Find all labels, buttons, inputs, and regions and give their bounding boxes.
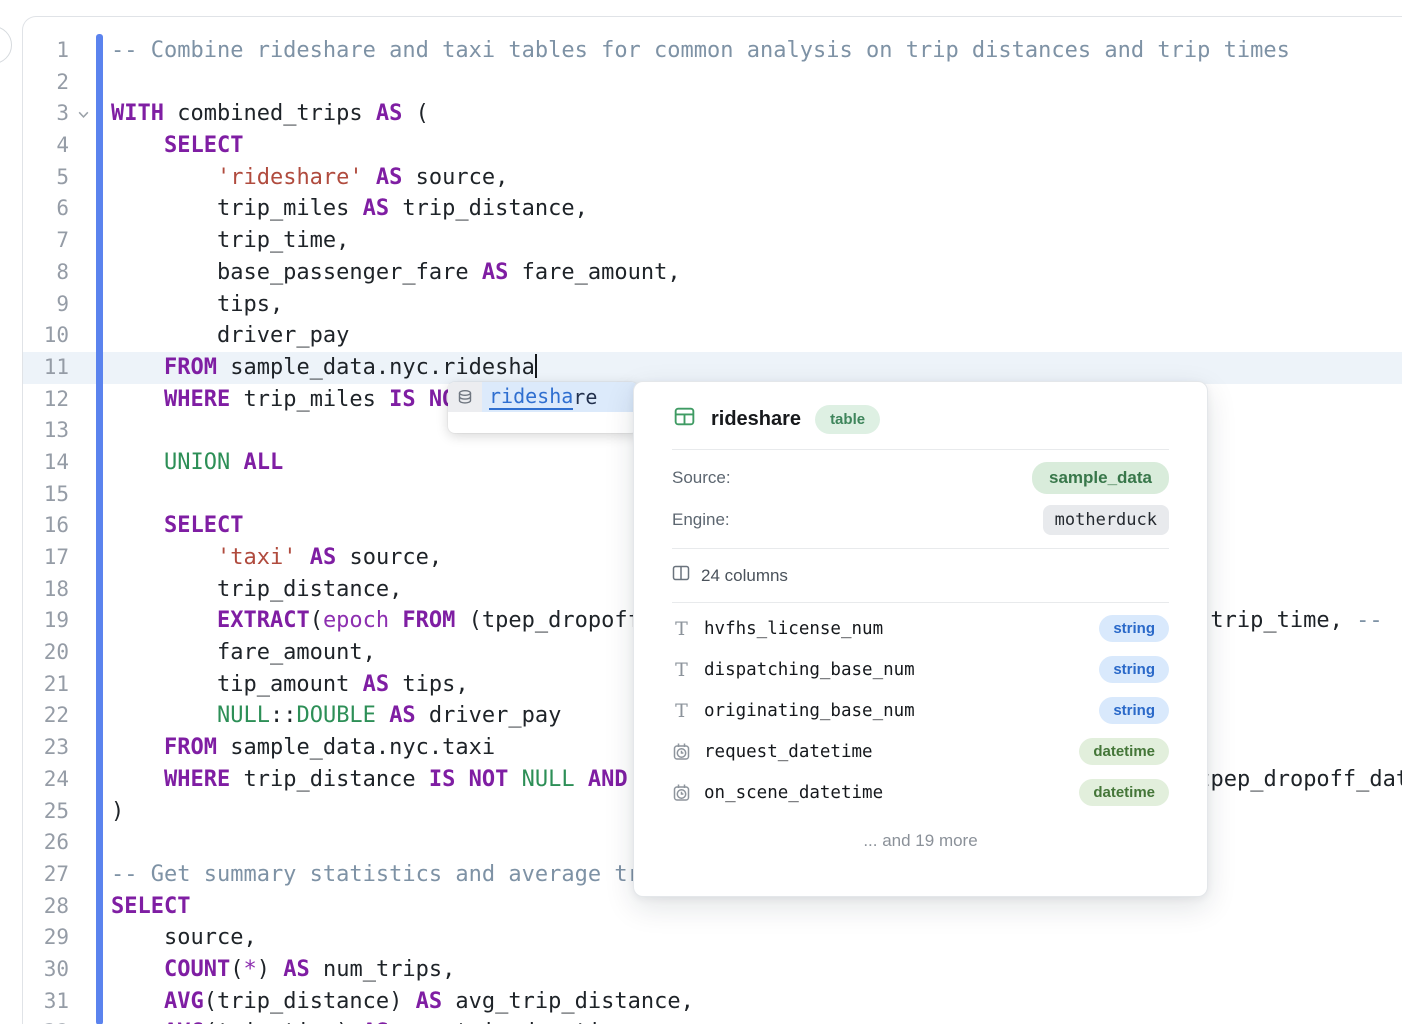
code-line[interactable]: base_passenger_fare AS fare_amount, xyxy=(111,257,1402,289)
code-line[interactable]: AVG(trip_time) AS avg_trip_duration, xyxy=(111,1017,1402,1024)
line-number: 18 xyxy=(23,574,69,606)
datetime-type-icon xyxy=(672,742,691,761)
source-value-badge: sample_data xyxy=(1032,462,1169,494)
line-number: 22 xyxy=(23,700,69,732)
column-type-badge: string xyxy=(1099,615,1169,642)
tooltip-header: rideshare table xyxy=(672,382,1169,449)
column-type-badge: string xyxy=(1099,697,1169,724)
column-name: originating_base_num xyxy=(704,701,915,721)
table-icon xyxy=(672,404,697,434)
column-row: Thvfhs_license_num string xyxy=(672,608,1169,649)
line-number: 6 xyxy=(23,193,69,225)
line-number: 23 xyxy=(23,732,69,764)
sidebar-toggle[interactable] xyxy=(0,26,12,64)
line-number: 14 xyxy=(23,447,69,479)
engine-value-badge: motherduck xyxy=(1043,505,1169,535)
line-number: 12 xyxy=(23,384,69,416)
line-number: 29 xyxy=(23,922,69,954)
line-number: 31 xyxy=(23,986,69,1018)
column-row: Toriginating_base_num string xyxy=(672,690,1169,731)
code-line[interactable]: SELECT xyxy=(111,130,1402,162)
line-number: 15 xyxy=(23,479,69,511)
code-line[interactable]: source, xyxy=(111,922,1402,954)
column-type-badge: datetime xyxy=(1079,779,1169,806)
datetime-type-icon xyxy=(672,783,691,802)
string-type-icon: T xyxy=(672,618,691,640)
autocomplete-item-label: rideshare xyxy=(482,382,638,412)
line-number: 25 xyxy=(23,796,69,828)
table-name: rideshare xyxy=(711,408,801,431)
code-line[interactable]: trip_miles AS trip_distance, xyxy=(111,193,1402,225)
code-line[interactable]: trip_time, xyxy=(111,225,1402,257)
column-row: request_datetime datetime xyxy=(672,731,1169,772)
columns-icon xyxy=(672,564,690,587)
line-number: 30 xyxy=(23,954,69,986)
table-type-badge: table xyxy=(815,405,880,434)
column-type-badge: string xyxy=(1099,656,1169,683)
code-line[interactable]: tips, xyxy=(111,289,1402,321)
code-line[interactable]: COUNT(*) AS num_trips, xyxy=(111,954,1402,986)
line-number: 3 xyxy=(23,98,69,130)
line-number: 28 xyxy=(23,891,69,923)
line-number: 17 xyxy=(23,542,69,574)
column-name: request_datetime xyxy=(704,742,873,762)
line-number: 26 xyxy=(23,827,69,859)
code-line[interactable]: FROM sample_data.nyc.ridesha xyxy=(111,352,1402,384)
line-number: 8 xyxy=(23,257,69,289)
code-line[interactable] xyxy=(111,67,1402,99)
string-type-icon: T xyxy=(672,700,691,722)
autocomplete-dropdown: rideshare xyxy=(448,382,638,433)
line-number: 13 xyxy=(23,415,69,447)
column-type-badge: datetime xyxy=(1079,738,1169,765)
line-number: 10 xyxy=(23,320,69,352)
line-number-gutter: 1234567891011121314151617181920212223242… xyxy=(23,35,69,1024)
fold-chevron-icon[interactable] xyxy=(73,98,93,130)
autocomplete-item-rideshare[interactable]: rideshare xyxy=(448,382,638,412)
source-row: Source: sample_data xyxy=(672,457,1169,499)
code-line[interactable]: driver_pay xyxy=(111,320,1402,352)
query-cell-bar xyxy=(96,34,103,1024)
line-number: 32 xyxy=(23,1017,69,1024)
line-number: 27 xyxy=(23,859,69,891)
source-label: Source: xyxy=(672,468,731,488)
line-number: 20 xyxy=(23,637,69,669)
line-number: 5 xyxy=(23,162,69,194)
line-number: 16 xyxy=(23,510,69,542)
database-icon xyxy=(448,382,482,412)
line-number: 24 xyxy=(23,764,69,796)
column-name: dispatching_base_num xyxy=(704,660,915,680)
code-line[interactable]: AVG(trip_distance) AS avg_trip_distance, xyxy=(111,986,1402,1018)
column-name: hvfhs_license_num xyxy=(704,619,883,639)
code-line[interactable]: WITH combined_trips AS ( xyxy=(111,98,1402,130)
text-cursor xyxy=(535,354,537,378)
engine-row: Engine: motherduck xyxy=(672,499,1169,541)
table-info-tooltip: rideshare table Source: sample_data Engi… xyxy=(633,381,1208,897)
code-line[interactable]: 'rideshare' AS source, xyxy=(111,162,1402,194)
line-number: 2 xyxy=(23,67,69,99)
code-line[interactable]: -- Combine rideshare and taxi tables for… xyxy=(111,35,1402,67)
line-number: 19 xyxy=(23,605,69,637)
column-row: Tdispatching_base_num string xyxy=(672,649,1169,690)
line-number: 1 xyxy=(23,35,69,67)
column-name: on_scene_datetime xyxy=(704,783,883,803)
line-number: 21 xyxy=(23,669,69,701)
string-type-icon: T xyxy=(672,659,691,681)
columns-count-row: 24 columns xyxy=(672,549,1169,602)
line-number: 9 xyxy=(23,289,69,321)
columns-count-label: 24 columns xyxy=(701,566,788,586)
engine-label: Engine: xyxy=(672,510,730,530)
column-row: on_scene_datetime datetime xyxy=(672,772,1169,813)
line-number: 7 xyxy=(23,225,69,257)
line-number: 4 xyxy=(23,130,69,162)
more-columns-label: ... and 19 more xyxy=(672,818,1169,851)
line-number: 11 xyxy=(23,352,69,384)
